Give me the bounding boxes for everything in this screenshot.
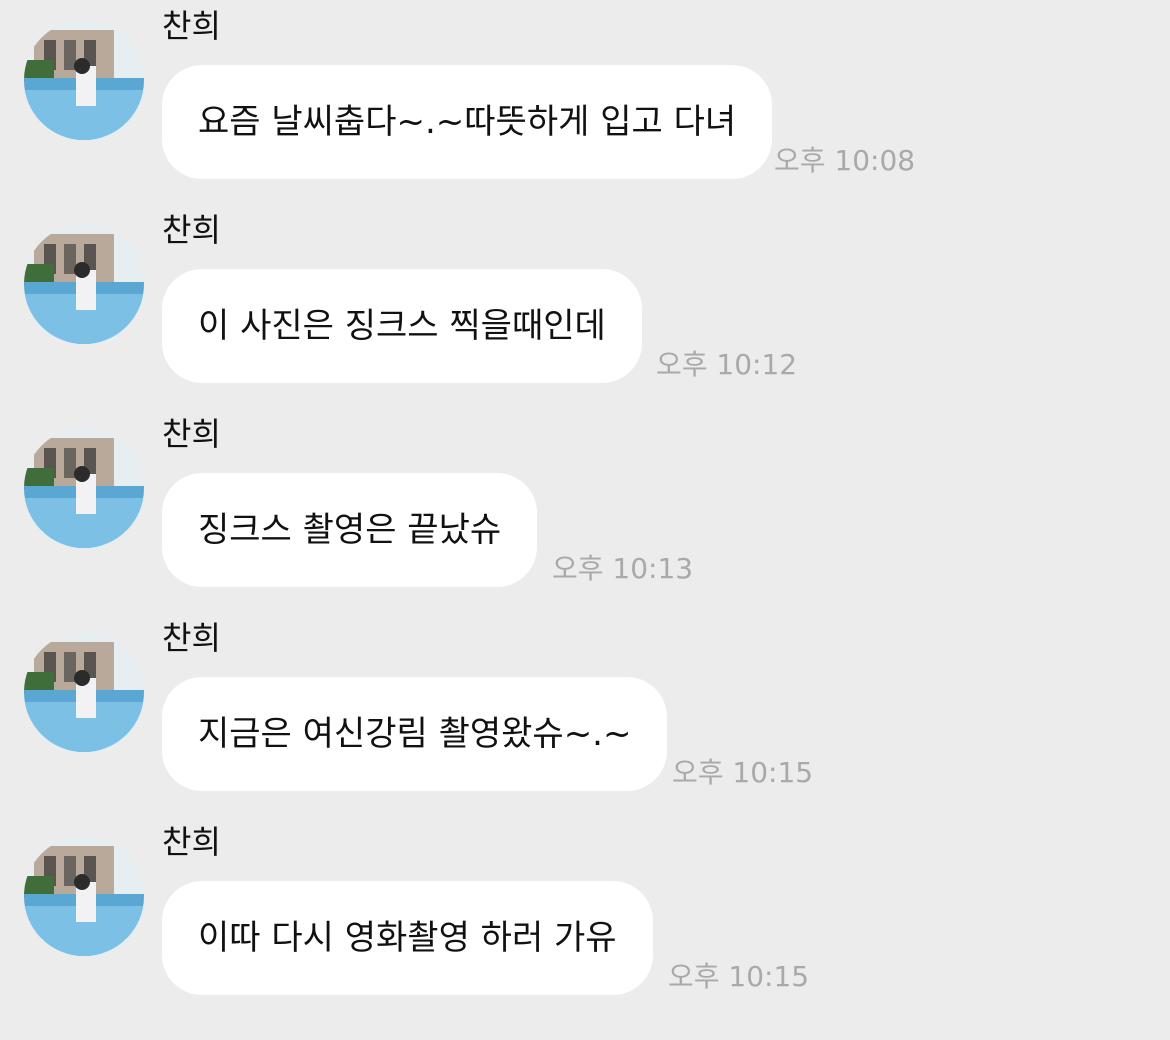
message-bubble[interactable]: 징크스 촬영은 끝났슈 xyxy=(162,473,538,587)
sender-name: 찬희 xyxy=(162,211,221,249)
chat-message: 찬희 이따 다시 영화촬영 하러 가유 오후 10:15 xyxy=(0,823,1170,1040)
sender-name: 찬희 xyxy=(162,823,221,861)
chat-message: 찬희 이 사진은 징크스 찍을때인데 오후 10:12 xyxy=(0,211,1170,428)
sender-name: 찬희 xyxy=(162,415,221,453)
message-time: 오후 10:15 xyxy=(672,756,814,789)
message-time: 오후 10:13 xyxy=(552,552,694,585)
chat-message: 찬희 요즘 날씨춥다~.~따뜻하게 입고 다녀 오후 10:08 xyxy=(0,7,1170,224)
message-bubble[interactable]: 이 사진은 징크스 찍을때인데 xyxy=(162,269,642,383)
profile-photo-icon xyxy=(24,632,144,752)
avatar[interactable] xyxy=(24,20,144,140)
message-time: 오후 10:08 xyxy=(774,144,916,177)
profile-photo-icon xyxy=(24,20,144,140)
message-time: 오후 10:15 xyxy=(668,960,810,993)
message-bubble[interactable]: 요즘 날씨춥다~.~따뜻하게 입고 다녀 xyxy=(162,65,773,179)
message-bubble[interactable]: 이따 다시 영화촬영 하러 가유 xyxy=(162,881,653,995)
message-time: 오후 10:12 xyxy=(656,348,798,381)
profile-photo-icon xyxy=(24,428,144,548)
avatar[interactable] xyxy=(24,428,144,548)
profile-photo-icon xyxy=(24,224,144,344)
avatar[interactable] xyxy=(24,836,144,956)
avatar[interactable] xyxy=(24,632,144,752)
message-bubble[interactable]: 지금은 여신강림 촬영왔슈~.~ xyxy=(162,677,668,791)
sender-name: 찬희 xyxy=(162,619,221,657)
sender-name: 찬희 xyxy=(162,7,221,45)
chat-message: 찬희 지금은 여신강림 촬영왔슈~.~ 오후 10:15 xyxy=(0,619,1170,836)
chat-message: 찬희 징크스 촬영은 끝났슈 오후 10:13 xyxy=(0,415,1170,632)
avatar[interactable] xyxy=(24,224,144,344)
profile-photo-icon xyxy=(24,836,144,956)
